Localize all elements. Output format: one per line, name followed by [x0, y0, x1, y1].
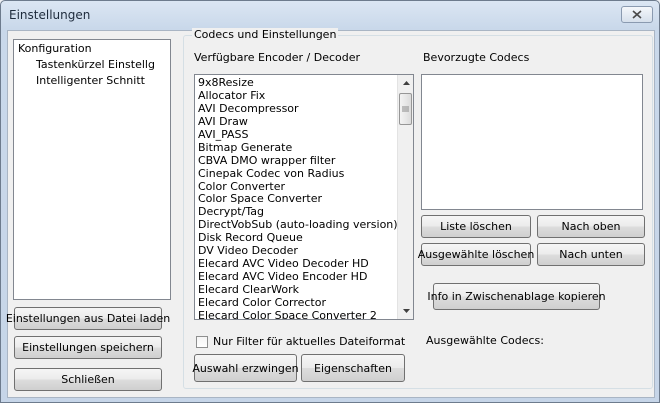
codec-list-item[interactable]: Elecard Color Corrector: [196, 296, 396, 309]
tree-item-shortcuts[interactable]: Tastenkürzel Einstellg: [34, 58, 157, 72]
codec-list-item[interactable]: Decrypt/Tag: [196, 205, 396, 218]
load-settings-button[interactable]: Einstellungen aus Datei laden: [6, 307, 170, 330]
codec-list-item[interactable]: Color Space Converter: [196, 192, 396, 205]
settings-tree: Konfiguration Tastenkürzel Einstellg Int…: [13, 39, 171, 300]
available-codecs-items: 9x8Resize Allocator Fix AVI Decompressor AV…: [196, 76, 398, 319]
delete-selected-label: Ausgewählte löschen: [417, 248, 535, 261]
group-title: Codecs und Einstellungen: [192, 28, 339, 41]
tree-item-smart-cut[interactable]: Intelligenter Schnitt: [34, 74, 147, 88]
scroll-grip-icon: [402, 106, 409, 111]
codecs-group: Codecs und Einstellungen Verfügbare Enco…: [183, 28, 653, 389]
force-selection-button[interactable]: Auswahl erzwingen: [192, 354, 299, 382]
scroll-down-button[interactable]: [398, 303, 413, 319]
preferred-codecs-list[interactable]: [421, 74, 643, 210]
codec-list-item[interactable]: AVI Draw: [196, 115, 396, 128]
preferred-codecs-label: Bevorzugte Codecs: [423, 51, 530, 64]
close-label: Schließen: [61, 373, 115, 386]
codec-list-item[interactable]: DV Video Decoder: [196, 244, 396, 257]
tree-item-konfiguration[interactable]: Konfiguration: [16, 42, 94, 56]
title-bar: Einstellungen: [1, 1, 659, 29]
available-codecs-list[interactable]: 9x8Resize Allocator Fix AVI Decompressor AV…: [194, 74, 414, 320]
codec-list-item[interactable]: Cinepak Codec von Radius: [196, 167, 396, 180]
move-up-label: Nach oben: [561, 220, 621, 233]
tree-item-label: Konfiguration: [18, 42, 92, 55]
codec-list-item[interactable]: Color Converter: [196, 180, 396, 193]
codec-list-item[interactable]: AVI Decompressor: [196, 102, 396, 115]
close-icon: [632, 10, 642, 19]
filter-checkbox-label[interactable]: Nur Filter für aktuelles Dateiformat: [213, 335, 405, 348]
clear-list-button[interactable]: Liste löschen: [421, 215, 531, 238]
tree-item-label: Tastenkürzel Einstellg: [36, 58, 155, 71]
codec-list-scrollbar[interactable]: [397, 75, 413, 319]
codec-list-item[interactable]: AVI_PASS: [196, 128, 396, 141]
codec-list-item[interactable]: Elecard Color Space Converter 2: [196, 309, 396, 319]
clear-list-label: Liste löschen: [440, 220, 512, 233]
window-title: Einstellungen: [9, 8, 91, 22]
selected-codecs-label: Ausgewählte Codecs:: [426, 334, 544, 347]
move-down-label: Nach unten: [559, 248, 623, 261]
properties-button[interactable]: Eigenschaften: [301, 354, 405, 382]
copy-to-clipboard-label: Info in Zwischenablage kopieren: [427, 290, 606, 303]
available-codecs-label: Verfügbare Encoder / Decoder: [194, 51, 361, 64]
filter-checkbox[interactable]: [196, 336, 208, 348]
codec-list-item[interactable]: Elecard ClearWork: [196, 283, 396, 296]
scroll-up-button[interactable]: [398, 75, 413, 91]
arrow-down-icon: [402, 309, 410, 313]
codec-list-item[interactable]: Elecard AVC Video Encoder HD: [196, 270, 396, 283]
codec-list-item[interactable]: 9x8Resize: [196, 76, 396, 89]
force-selection-label: Auswahl erzwingen: [192, 361, 299, 375]
properties-label: Eigenschaften: [314, 361, 392, 375]
codec-list-item[interactable]: DirectVobSub (auto-loading version): [196, 218, 398, 231]
settings-window: Einstellungen Konfiguration Tastenkürzel…: [0, 0, 660, 403]
delete-selected-button[interactable]: Ausgewählte löschen: [418, 243, 534, 266]
load-settings-label: Einstellungen aus Datei laden: [5, 312, 171, 325]
copy-to-clipboard-button[interactable]: Info in Zwischenablage kopieren: [427, 283, 606, 310]
save-settings-label: Einstellungen speichern: [22, 341, 154, 354]
close-window-button[interactable]: [621, 6, 653, 23]
close-button[interactable]: Schließen: [14, 368, 162, 391]
dialog-client-area: Konfiguration Tastenkürzel Einstellg Int…: [6, 28, 655, 398]
move-down-button[interactable]: Nach unten: [537, 243, 645, 266]
scroll-thumb[interactable]: [399, 93, 412, 125]
save-settings-button[interactable]: Einstellungen speichern: [14, 336, 162, 359]
codec-list-item[interactable]: Allocator Fix: [196, 89, 396, 102]
move-up-button[interactable]: Nach oben: [537, 215, 645, 238]
codec-list-item[interactable]: CBVA DMO wrapper filter: [196, 154, 396, 167]
arrow-up-icon: [402, 81, 410, 85]
codec-list-item[interactable]: Disk Record Queue: [196, 231, 396, 244]
codec-list-item[interactable]: Bitmap Generate: [196, 141, 396, 154]
codec-list-item[interactable]: Elecard AVC Video Decoder HD: [196, 257, 396, 270]
tree-item-label: Intelligenter Schnitt: [36, 74, 145, 87]
